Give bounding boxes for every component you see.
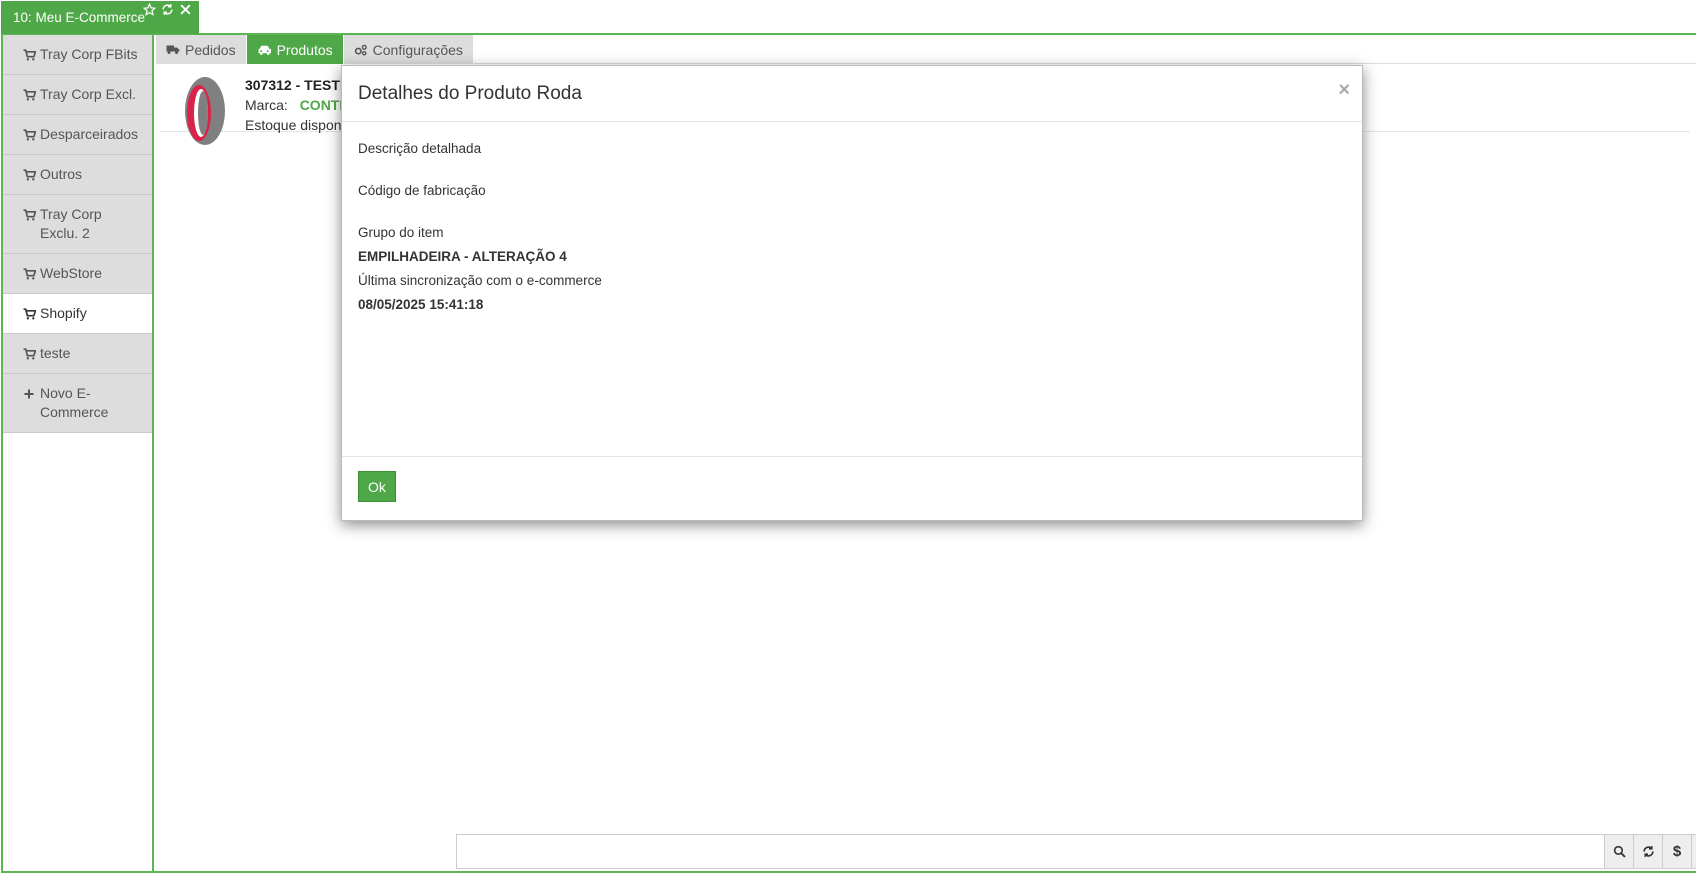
modal-header: Detalhes do Produto Roda ×: [342, 66, 1362, 122]
search-icon: [1613, 845, 1626, 858]
desc-label: Descrição detalhada: [358, 141, 482, 156]
window-tab[interactable]: 10: Meu E-Commerce: [1, 1, 199, 34]
cart-icon: [23, 344, 40, 363]
cart-icon: [23, 45, 40, 64]
tab-pedidos-label: Pedidos: [185, 41, 236, 58]
gears-icon: [354, 44, 368, 56]
sidebar-item-outros[interactable]: Outros: [3, 155, 152, 195]
sidebar-item-label: Tray Corp Excl.: [40, 86, 136, 102]
close-icon[interactable]: ×: [1338, 79, 1350, 102]
sidebar-item-label: Tray Corp FBits: [40, 46, 138, 62]
sidebar-item-tray-corp-fbits[interactable]: Tray Corp FBits: [3, 35, 152, 75]
sidebar-item-novo-ecommerce[interactable]: Novo E-Commerce: [3, 374, 152, 433]
sidebar: Tray Corp FBits Tray Corp Excl. Desparce…: [3, 35, 154, 871]
sidebar-item-label: Outros: [40, 166, 83, 182]
sidebar-item-label: Desparceirados: [40, 126, 139, 142]
sidebar-item-label: WebStore: [40, 265, 102, 281]
wheel-image: [178, 72, 228, 146]
refresh-icon: [1642, 845, 1655, 858]
modal-title: Detalhes do Produto Roda: [358, 83, 582, 104]
sidebar-item-label: Shopify: [40, 305, 87, 321]
sidebar-item-label: Novo E-Commerce: [40, 385, 109, 420]
previous-button[interactable]: [1691, 835, 1696, 868]
sidebar-item-webstore[interactable]: WebStore: [3, 254, 152, 294]
brand-label: Marca:: [245, 97, 288, 113]
window-tab-title: 10: Meu E-Commerce: [13, 10, 146, 25]
refresh-button[interactable]: [1633, 835, 1662, 868]
modal-body: Descrição detalhada Código de fabricação…: [342, 122, 1362, 457]
sidebar-item-label: Tray Corp Exclu. 2: [40, 206, 102, 241]
group-value: EMPILHADEIRA - ALTERAÇÃO 4: [358, 249, 567, 264]
sidebar-item-label: teste: [40, 345, 71, 361]
modal-footer: Ok: [342, 457, 1362, 516]
tab-produtos[interactable]: Produtos: [246, 35, 344, 64]
plus-icon: [23, 384, 40, 403]
cart-icon: [23, 85, 40, 104]
sidebar-item-shopify[interactable]: Shopify: [3, 294, 152, 334]
sync-label: Última sincronização com o e-commerce: [358, 273, 602, 288]
tab-configuracoes-label: Configurações: [372, 41, 463, 58]
cart-icon: [23, 264, 40, 283]
code-label: Código de fabricação: [358, 183, 486, 198]
sidebar-item-tray-corp-exclu-2[interactable]: Tray Corp Exclu. 2: [3, 195, 152, 254]
tab-configuracoes[interactable]: Configurações: [343, 35, 474, 64]
star-icon[interactable]: [143, 3, 157, 17]
sidebar-item-tray-corp-excl[interactable]: Tray Corp Excl.: [3, 75, 152, 115]
cart-icon: [23, 165, 40, 184]
cart-icon: [23, 304, 40, 323]
product-details-modal: Detalhes do Produto Roda × Descrição det…: [341, 65, 1363, 521]
nav-tabs: Pedidos Produtos Configurações: [156, 35, 1696, 64]
search-button[interactable]: [1604, 835, 1633, 868]
sidebar-item-desparceirados[interactable]: Desparceirados: [3, 115, 152, 155]
cart-icon: [23, 205, 40, 224]
dollar-icon: $: [1672, 843, 1682, 860]
close-icon[interactable]: [179, 3, 193, 17]
price-button[interactable]: $: [1662, 835, 1691, 868]
tab-pedidos[interactable]: Pedidos: [156, 35, 247, 64]
cart-icon: [23, 125, 40, 144]
group-label: Grupo do item: [358, 225, 444, 240]
sidebar-item-teste[interactable]: teste: [3, 334, 152, 374]
ok-button[interactable]: Ok: [358, 471, 396, 502]
sync-value: 08/05/2025 15:41:18: [358, 297, 484, 312]
truck-icon: [166, 44, 180, 55]
car-icon: [257, 44, 272, 56]
tab-produtos-label: Produtos: [276, 41, 333, 58]
search-input[interactable]: $: [456, 834, 1696, 869]
refresh-icon[interactable]: [161, 3, 175, 17]
